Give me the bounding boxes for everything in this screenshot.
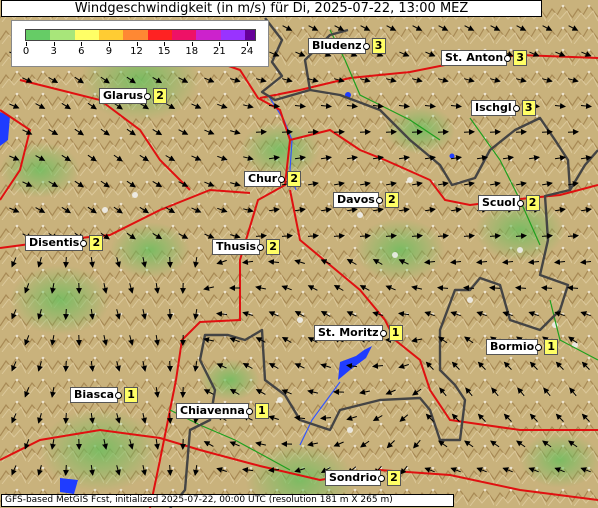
station-marker [504, 54, 512, 62]
legend-swatch [26, 30, 51, 40]
station-wind-value: 1 [544, 339, 559, 355]
station-name: Scuol [478, 195, 520, 211]
station-wind-value: 1 [254, 403, 269, 419]
legend-tick-label: 18 [185, 46, 199, 57]
terrain-map [0, 0, 598, 508]
station-wind-value: 1 [124, 387, 139, 403]
station-label: Sondrio 2 [325, 470, 401, 486]
lake-small-2 [449, 153, 455, 159]
station-name: Sondrio [325, 470, 381, 486]
station-name: Chiavenna [176, 403, 249, 419]
legend-swatch [171, 30, 197, 40]
title-bar: Windgeschwindigkeit (in m/s) für Di, 202… [1, 0, 542, 17]
station-marker [379, 329, 387, 337]
station-label: Scuol 2 [478, 195, 540, 211]
station-label: St. Anton 3 [441, 50, 528, 66]
station-label: Bormio 1 [486, 339, 559, 355]
station-label: Ischgl 3 [471, 100, 536, 116]
station-marker [80, 239, 88, 247]
station-wind-value: 3 [513, 50, 528, 66]
station-wind-value: 2 [525, 195, 540, 211]
station-name: Ischgl [471, 100, 516, 116]
station-marker [245, 407, 253, 415]
station-name: Bludenz [308, 38, 366, 54]
station-label: Chur 2 [244, 171, 302, 187]
legend-tick-label: 12 [130, 46, 143, 57]
footer-bar: GFS-based MetGIS Fcst, initialized 2025-… [1, 494, 454, 507]
legend-swatch [220, 30, 245, 40]
map-title: Windgeschwindigkeit (in m/s) für Di, 202… [74, 1, 469, 16]
forecast-info: GFS-based MetGIS Fcst, initialized 2025-… [5, 495, 393, 505]
station-name: Glarus [99, 88, 148, 104]
station-name: St. Moritz [314, 325, 383, 341]
station-marker [512, 104, 520, 112]
station-marker [377, 474, 385, 482]
station-name: St. Anton [441, 50, 508, 66]
station-wind-value: 2 [266, 239, 281, 255]
station-marker [362, 42, 370, 50]
legend-color-bar [25, 29, 256, 41]
station-wind-value: 2 [386, 470, 401, 486]
legend-swatch [147, 30, 172, 40]
station-name: Chur [244, 171, 282, 187]
legend-swatch [74, 30, 99, 40]
legend-swatch [244, 30, 255, 40]
station-wind-value: 2 [384, 192, 399, 208]
legend-swatch [50, 30, 75, 40]
station-marker [144, 92, 152, 100]
legend-tick-label: 9 [105, 46, 113, 57]
wind-speed-legend: 0 3 6 9 12 15 18 21 24 [11, 20, 269, 67]
station-marker [375, 196, 383, 204]
station-name: Davos [333, 192, 379, 208]
station-label: Glarus 2 [99, 88, 168, 104]
station-marker [535, 343, 543, 351]
legend-swatch [123, 30, 148, 40]
legend-tick-label: 3 [50, 46, 57, 57]
legend-tick-label: 21 [213, 46, 226, 57]
station-name: Disentis [25, 235, 84, 251]
legend-swatch [98, 30, 124, 40]
station-wind-value: 2 [89, 235, 104, 251]
station-marker [516, 199, 524, 207]
station-label: Chiavenna 1 [176, 403, 269, 419]
station-marker [257, 243, 265, 251]
station-name: Thusis [212, 239, 261, 255]
station-name: Bormio [486, 339, 539, 355]
station-name: Biasca [70, 387, 119, 403]
legend-tick-label: 15 [157, 46, 171, 57]
legend-tick-label: 0 [22, 46, 30, 57]
legend-tick-label: 6 [78, 46, 85, 57]
station-label: Thusis 2 [212, 239, 281, 255]
map-stage: Windgeschwindigkeit (in m/s) für Di, 202… [0, 0, 598, 508]
station-label: Biasca 1 [70, 387, 139, 403]
legend-swatch [196, 30, 221, 40]
legend-tick-label: 24 [240, 46, 254, 57]
station-wind-value: 3 [371, 38, 386, 54]
station-marker [115, 391, 123, 399]
station-wind-value: 1 [388, 325, 403, 341]
station-label: Bludenz 3 [308, 38, 386, 54]
station-wind-value: 2 [287, 171, 302, 187]
station-marker [278, 175, 286, 183]
station-label: Davos 2 [333, 192, 399, 208]
station-label: St. Moritz 1 [314, 325, 403, 341]
station-label: Disentis 2 [25, 235, 104, 251]
station-wind-value: 2 [153, 88, 168, 104]
station-wind-value: 3 [521, 100, 536, 116]
